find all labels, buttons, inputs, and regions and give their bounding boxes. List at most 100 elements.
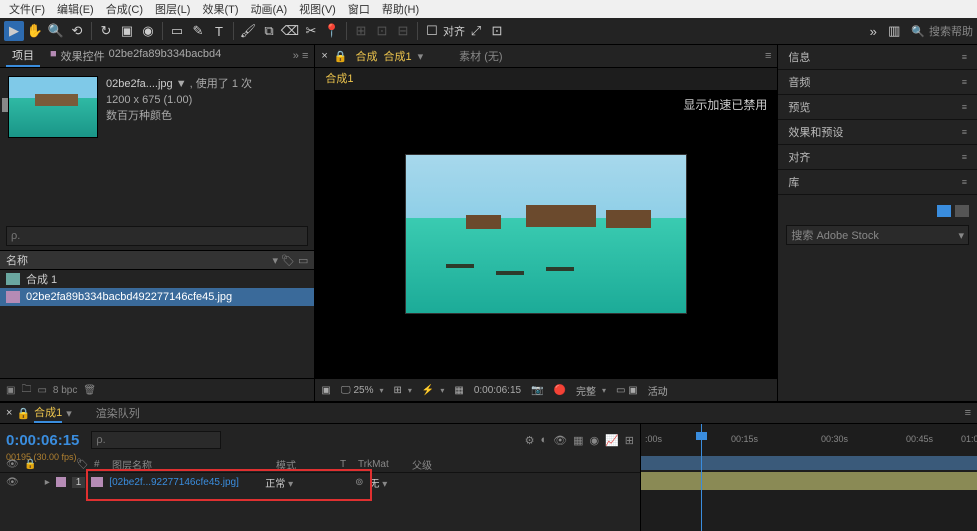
snap-option2-icon[interactable]: ⊡ [487, 21, 507, 41]
time-ruler[interactable]: :00s 00:15s 00:30s 00:45s 01:0 [641, 424, 977, 457]
project-search[interactable]: ρ. [6, 226, 308, 246]
world-axis-icon[interactable]: ⊡ [372, 21, 392, 41]
work-area-bar[interactable] [641, 456, 977, 470]
brush-tool-icon[interactable]: 🖌 [238, 21, 258, 41]
menu-effect[interactable]: 效果(T) [196, 0, 244, 18]
menu-help[interactable]: 帮助(H) [376, 0, 425, 18]
interpret-icon[interactable]: ▣ [6, 385, 15, 396]
quality-dropdown[interactable]: 完整 [576, 383, 606, 398]
dropdown-icon[interactable]: ▾ [66, 407, 72, 420]
zoom-dropdown[interactable]: 🖵 25% [341, 385, 384, 396]
panel-audio[interactable]: 音频≡ [778, 70, 977, 95]
workspace-icon[interactable]: ▥ [884, 21, 904, 41]
timeline-tab-comp[interactable]: 合成1 [34, 404, 62, 423]
timeline-search[interactable]: ρ. [91, 431, 221, 449]
eraser-tool-icon[interactable]: ⌫ [280, 21, 300, 41]
selection-tool-icon[interactable]: ▶ [4, 21, 24, 41]
list-view-icon[interactable] [955, 205, 969, 217]
layer-bar[interactable] [641, 472, 977, 490]
roto-tool-icon[interactable]: ✂ [301, 21, 321, 41]
blend-mode-dropdown[interactable]: 正常 ▾ [265, 475, 293, 490]
panel-library[interactable]: 库≡ [778, 170, 977, 195]
new-comp-icon[interactable]: ▭ [37, 385, 46, 396]
project-column-header[interactable]: 名称 ▾🏷▭ [0, 250, 314, 270]
label-col-icon[interactable]: 🏷 [76, 459, 90, 470]
panel-align[interactable]: 对齐≡ [778, 145, 977, 170]
transparency-icon[interactable]: ▦ [454, 385, 463, 396]
overflow-icon[interactable]: » [863, 21, 883, 41]
fast-preview-icon[interactable]: ⚡ [422, 385, 444, 396]
mode-col[interactable]: 模式 [276, 457, 336, 472]
local-axis-icon[interactable]: ⊞ [351, 21, 371, 41]
motion-blur-icon[interactable]: ◉ [589, 434, 599, 447]
lock-icon[interactable]: 🔒 [334, 50, 348, 63]
visibility-toggle-icon[interactable]: 👁 [6, 477, 19, 488]
shy-icon[interactable]: 👁 [553, 434, 567, 447]
tab-effect-controls[interactable]: ■效果控件 02be2fa89b334bacbd4 [44, 46, 227, 66]
camera-tool-icon[interactable]: ▣ [117, 21, 137, 41]
panel-menu-icon[interactable]: ≡ [962, 102, 967, 112]
twirl-icon[interactable]: ▸ [45, 477, 50, 488]
help-search[interactable]: 🔍 搜索帮助 [911, 23, 973, 39]
project-item-comp[interactable]: 合成 1 [0, 270, 314, 288]
panel-menu-icon[interactable]: ≡ [962, 177, 967, 187]
comp-mini-flow-icon[interactable]: ⚙ [525, 434, 535, 447]
library-search[interactable]: 搜索 Adobe Stock▾ [786, 225, 969, 245]
snap-option-icon[interactable]: ⤢ [466, 21, 486, 41]
col-sort-icon[interactable]: ▾ [272, 254, 278, 267]
timeline-track-area[interactable]: :00s 00:15s 00:30s 00:45s 01:0 [641, 424, 977, 531]
view-axis-icon[interactable]: ⊟ [393, 21, 413, 41]
current-timecode[interactable]: 0:00:06:15 [6, 432, 79, 449]
panel-menu-icon[interactable]: ≡ [765, 50, 771, 62]
pan-behind-tool-icon[interactable]: ◉ [138, 21, 158, 41]
clone-tool-icon[interactable]: ⧉ [259, 21, 279, 41]
menu-view[interactable]: 视图(V) [293, 0, 342, 18]
panel-preview[interactable]: 预览≡ [778, 95, 977, 120]
layer-name-col[interactable]: 图层名称 [112, 457, 272, 472]
parent-pick-icon[interactable]: ⊚ [355, 477, 363, 488]
close-tab-icon[interactable]: × [321, 50, 327, 62]
pen-tool-icon[interactable]: ✎ [188, 21, 208, 41]
orbit-tool-icon[interactable]: ⟲ [67, 21, 87, 41]
view-layout-icon[interactable]: ▭ ▣ [616, 385, 638, 396]
trash-icon[interactable]: 🗑 [83, 385, 96, 396]
puppet-tool-icon[interactable]: 📍 [322, 21, 342, 41]
panel-menu-icon[interactable]: ≡ [965, 407, 971, 419]
draft3d-icon[interactable]: ◐ [540, 434, 547, 447]
switches-icon[interactable]: ⊞ [625, 434, 634, 447]
panel-menu-icon[interactable]: ≡ [962, 77, 967, 87]
channel-icon[interactable]: 🔴 [554, 385, 566, 396]
rectangle-tool-icon[interactable]: ▭ [167, 21, 187, 41]
panel-menu-icon[interactable]: ≡ [962, 127, 967, 137]
col-type-icon[interactable]: ▭ [298, 254, 308, 267]
dropdown-icon[interactable]: ▾ [418, 50, 424, 63]
lock-icon[interactable]: 🔒 [16, 407, 30, 420]
resolution-dropdown[interactable]: ⊞ [393, 385, 411, 396]
panel-effects-presets[interactable]: 效果和预设≡ [778, 120, 977, 145]
active-camera[interactable]: 活动 [648, 383, 668, 398]
text-tool-icon[interactable]: T [209, 21, 229, 41]
timeline-tab-render[interactable]: 渲染队列 [96, 405, 140, 421]
comp-tab-name[interactable]: 合成1 [384, 48, 412, 64]
zoom-tool-icon[interactable]: 🔍 [46, 21, 66, 41]
frame-blend-icon[interactable]: ▦ [573, 434, 583, 447]
layer-name[interactable]: [02be2f...92277146cfe45.jpg] [109, 477, 259, 488]
trkmat-col[interactable]: TrkMat [358, 459, 408, 470]
label-color[interactable] [56, 477, 66, 487]
menu-window[interactable]: 窗口 [342, 0, 376, 18]
parent-dropdown[interactable]: 无 ▾ [370, 475, 388, 490]
current-time[interactable]: 0:00:06:15 [474, 385, 521, 396]
asset-thumbnail[interactable] [8, 76, 98, 138]
close-tab-icon[interactable]: × [6, 407, 12, 419]
comp-breadcrumb[interactable]: 合成1 [315, 68, 777, 90]
panel-info[interactable]: 信息≡ [778, 45, 977, 70]
project-item-image[interactable]: 02be2fa89b334bacbd492277146cfe45.jpg [0, 288, 314, 306]
source-tab[interactable]: 素材 (无) [459, 48, 502, 64]
playhead[interactable] [701, 424, 702, 531]
panel-menu-icon[interactable]: ≡ [962, 52, 967, 62]
tab-project[interactable]: 项目 [6, 45, 40, 67]
snap-checkbox-icon[interactable]: ☐ [422, 21, 442, 41]
menu-layer[interactable]: 图层(L) [149, 0, 196, 18]
graph-icon[interactable]: 📈 [605, 434, 619, 447]
mask-toggle-icon[interactable]: ▣ [321, 385, 330, 396]
